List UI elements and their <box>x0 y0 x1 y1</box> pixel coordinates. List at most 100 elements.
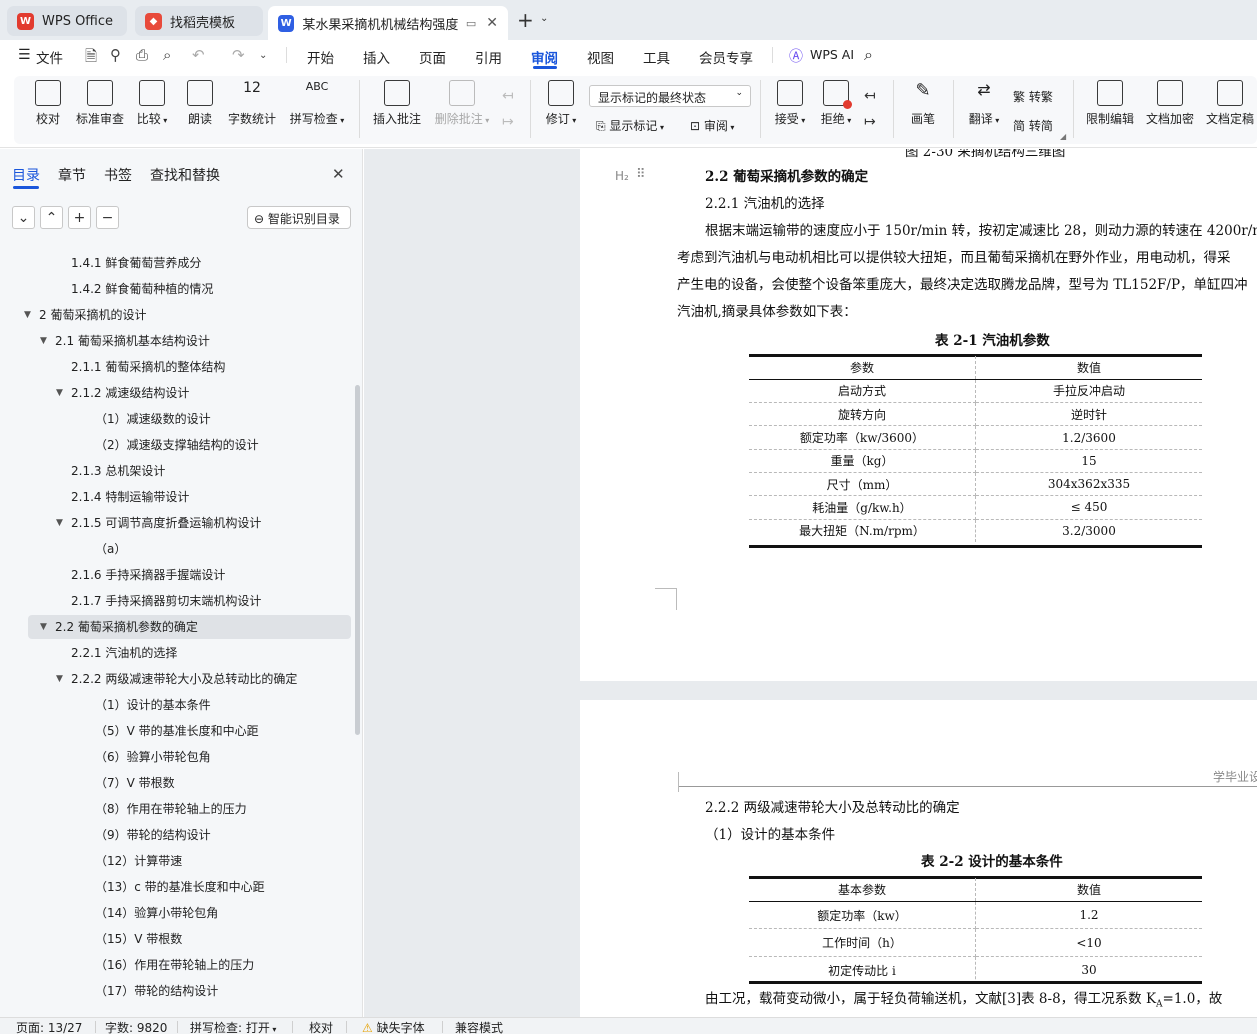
toc-item[interactable]: 2.2 葡萄采摘机参数的确定 <box>55 616 198 638</box>
to-simplified-button[interactable]: 简 转简 <box>1013 117 1053 134</box>
toc-item[interactable]: 2.1.1 葡萄采摘机的整体结构 <box>71 356 225 378</box>
next-change-icon[interactable]: ↦ <box>864 114 876 130</box>
finalize-doc-button[interactable]: 文档定稿 <box>1205 80 1255 127</box>
show-markup-button[interactable]: ⎘ 显示标记 ▾ <box>596 117 664 134</box>
expand-triangle-icon[interactable]: ▼ <box>56 512 63 534</box>
to-traditional-button[interactable]: 繁 转繁 <box>1013 88 1053 105</box>
collapse-all-button[interactable]: ⌄ <box>12 206 35 229</box>
next-comment-icon[interactable]: ↦ <box>502 114 514 130</box>
status-spell-check[interactable]: 拼写检查: 打开 ▾ <box>190 1019 276 1034</box>
menu-insert[interactable]: 插入 <box>363 47 390 67</box>
review-pane-button[interactable]: ⊡ 审阅 ▾ <box>690 117 734 134</box>
chevron-down-icon[interactable]: ⌄ <box>540 13 548 24</box>
screen-icon[interactable]: ▭ <box>466 17 476 30</box>
insert-comment-button[interactable]: 插入批注 <box>373 80 421 127</box>
restrict-edit-button[interactable]: 限制编辑 <box>1085 80 1135 127</box>
redo-icon[interactable]: ↷ <box>232 46 245 64</box>
expand-triangle-icon[interactable]: ▼ <box>56 668 63 690</box>
status-page[interactable]: 页面: 13/27 <box>16 1019 82 1034</box>
toc-item[interactable]: 2.1 葡萄采摘机基本结构设计 <box>55 330 210 352</box>
menu-review[interactable]: 审阅 <box>531 47 558 67</box>
share-icon[interactable]: ⚲ <box>110 46 121 64</box>
menu-view[interactable]: 视图 <box>587 47 614 67</box>
reject-button[interactable]: 拒绝 ▾ <box>818 80 854 127</box>
standard-review-button[interactable]: 标准审查 <box>76 80 124 127</box>
toc-item[interactable]: （2）减速级支撑轴结构的设计 <box>95 434 259 456</box>
expand-triangle-icon[interactable]: ▼ <box>56 382 63 404</box>
sidebar-scrollbar[interactable] <box>355 385 360 735</box>
track-changes-button[interactable]: 修订 ▾ <box>543 80 579 127</box>
word-count-button[interactable]: 12 字数统计 <box>228 80 276 127</box>
expand-triangle-icon[interactable]: ▼ <box>24 304 31 326</box>
status-proofread[interactable]: 校对 <box>309 1019 333 1034</box>
undo-icon[interactable]: ↶ <box>192 46 205 64</box>
print-preview-icon[interactable]: ⌕ <box>163 46 171 64</box>
new-tab-icon[interactable]: + <box>517 8 534 32</box>
encrypt-doc-button[interactable]: 文档加密 <box>1145 80 1195 127</box>
toc-item[interactable]: （13）c 带的基准长度和中心距 <box>95 876 265 898</box>
toc-item[interactable]: 2.1.2 减速级结构设计 <box>71 382 189 404</box>
print-icon[interactable]: ⎙ <box>136 46 148 64</box>
toc-item[interactable]: 2.1.6 手持采摘器手握端设计 <box>71 564 225 586</box>
menu-file[interactable]: 文件 <box>36 47 63 67</box>
toc-item[interactable]: （1）设计的基本条件 <box>95 694 211 716</box>
smart-toc-button[interactable]: ⊖ 智能识别目录 <box>247 206 351 229</box>
prev-change-icon[interactable]: ↤ <box>864 88 876 104</box>
toc-item[interactable]: （1）减速级数的设计 <box>95 408 211 430</box>
menu-reference[interactable]: 引用 <box>475 47 502 67</box>
toc-item[interactable]: （8）作用在带轮轴上的压力 <box>95 798 247 820</box>
toc-item[interactable]: 2.2.2 两级减速带轮大小及总转动比的确定 <box>71 668 297 690</box>
toc-item[interactable]: （a） <box>95 538 126 560</box>
expand-up-button[interactable]: ⌃ <box>40 206 63 229</box>
menu-page[interactable]: 页面 <box>419 47 446 67</box>
proofread-button[interactable]: 校对 <box>33 80 63 127</box>
toc-item[interactable]: （14）验算小带轮包角 <box>95 902 218 924</box>
toc-item[interactable]: （9）带轮的结构设计 <box>95 824 211 846</box>
close-icon[interactable]: ✕ <box>486 15 498 31</box>
search-icon[interactable]: ⌕ <box>864 45 873 65</box>
menu-wps-ai[interactable]: WPS AI <box>810 47 854 62</box>
expand-triangle-icon[interactable]: ▼ <box>40 330 47 352</box>
heading-level-icon[interactable]: H₂ <box>615 169 629 183</box>
spell-check-button[interactable]: ABC 拼写检查 ▾ <box>288 80 346 127</box>
toc-item[interactable]: （6）验算小带轮包角 <box>95 746 211 768</box>
tab-bookmark[interactable]: 书签 <box>104 165 132 185</box>
menu-member[interactable]: 会员专享 <box>699 47 753 67</box>
delete-comment-button[interactable]: 删除批注 ▾ <box>433 80 491 127</box>
accept-button[interactable]: 接受 ▾ <box>772 80 808 127</box>
tab-template[interactable]: ◆ 找稻壳模板 <box>135 6 263 36</box>
tab-document[interactable]: W 某水果采摘机机械结构强度校核 ▭ ✕ <box>268 6 508 40</box>
toc-item[interactable]: 1.4.2 鲜食葡萄种植的情况 <box>71 278 213 300</box>
toc-item[interactable]: （17）带轮的结构设计 <box>95 980 218 1002</box>
toc-item[interactable]: （7）V 带根数 <box>95 772 175 794</box>
tab-wps-office[interactable]: W WPS Office <box>7 6 127 36</box>
toc-item[interactable]: 2.2.1 汽油机的选择 <box>71 642 177 664</box>
toc-item[interactable]: 2 葡萄采摘机的设计 <box>39 304 146 326</box>
tab-find-replace[interactable]: 查找和替换 <box>150 165 220 185</box>
toc-item[interactable]: 2.1.3 总机架设计 <box>71 460 165 482</box>
prev-comment-icon[interactable]: ↤ <box>502 88 514 104</box>
drag-handle-icon[interactable]: ⠿ <box>636 167 646 182</box>
pen-button[interactable]: ✎ 画笔 <box>908 80 938 127</box>
menu-start[interactable]: 开始 <box>307 47 334 67</box>
compare-button[interactable]: 比较 ▾ <box>136 80 168 127</box>
more-chevron-icon[interactable]: ⌄ <box>259 50 267 61</box>
tab-toc[interactable]: 目录 <box>12 165 40 185</box>
toc-item[interactable]: （5）V 带的基准长度和中心距 <box>95 720 259 742</box>
remove-heading-button[interactable]: − <box>96 206 119 229</box>
toc-item[interactable]: 1.4.1 鲜食葡萄营养成分 <box>71 252 201 274</box>
toc-item[interactable]: 2.1.7 手持采摘器剪切末端机构设计 <box>71 590 261 612</box>
toc-item[interactable]: 2.1.5 可调节高度折叠运输机构设计 <box>71 512 261 534</box>
markup-state-select[interactable]: 显示标记的最终状态 ⌄ <box>589 85 751 107</box>
status-word-count[interactable]: 字数: 9820 <box>105 1019 167 1034</box>
toc-item[interactable]: （16）作用在带轮轴上的压力 <box>95 954 254 976</box>
add-heading-button[interactable]: + <box>68 206 91 229</box>
translate-button[interactable]: ⇄ 翻译 ▾ <box>966 80 1002 127</box>
expand-corner-icon[interactable]: ◢ <box>1060 132 1066 141</box>
toc-item[interactable]: （15）V 带根数 <box>95 928 182 950</box>
menu-tools[interactable]: 工具 <box>643 47 670 67</box>
save-icon[interactable]: 🗎 <box>85 46 97 71</box>
toc-item[interactable]: （12）计算带速 <box>95 850 182 872</box>
expand-triangle-icon[interactable]: ▼ <box>40 616 47 638</box>
hamburger-icon[interactable]: ☰ <box>18 47 31 63</box>
